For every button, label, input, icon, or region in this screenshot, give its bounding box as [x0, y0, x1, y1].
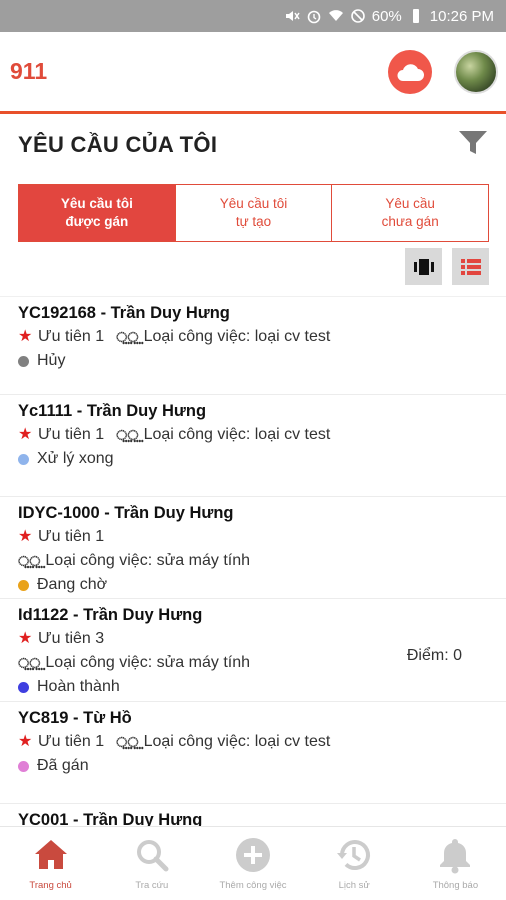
list-item[interactable]: YC192168 - Trần Duy Hưng ★ Ưu tiên 1 ⵿⵿ … — [0, 296, 506, 394]
priority-label: Ưu tiên 1 — [38, 528, 105, 545]
list-item[interactable]: IDYC-1000 - Trần Duy Hưng ★ Ưu tiên 1 ⵿⵿… — [0, 496, 506, 598]
bell-icon — [440, 839, 471, 874]
tab-label: Yêu cầu tôi được gán — [60, 196, 133, 229]
list-view-button[interactable] — [452, 248, 489, 285]
nav-search[interactable]: Tra cứu — [101, 827, 202, 900]
nav-label: Thêm công việc — [219, 880, 287, 891]
app-title: 911 — [10, 58, 48, 84]
app-bar: 911 — [0, 32, 506, 114]
priority-label: Ưu tiên 1 — [38, 426, 105, 443]
request-title: YC192168 - Trần Duy Hưng — [18, 304, 230, 322]
nav-label: Tra cứu — [135, 880, 169, 891]
alarm-icon — [306, 8, 322, 24]
list-item[interactable]: Id1122 - Trần Duy Hưng ★ Ưu tiên 3 ⵿⵿ Lo… — [0, 598, 506, 701]
bottom-nav: Trang chủ Tra cứu Thêm công việc Lịch sử… — [0, 826, 506, 900]
nav-label: Trang chủ — [29, 880, 72, 891]
priority-row: ★ Ưu tiên 1 — [18, 525, 488, 549]
priority-label: Ưu tiên 3 — [38, 630, 105, 647]
list-item[interactable]: YC819 - Từ Hồ ★ Ưu tiên 1 ⵿⵿ Loại công v… — [0, 701, 506, 803]
status-dot-icon — [18, 579, 29, 591]
mute-icon — [284, 8, 300, 24]
priority-label: Ưu tiên 1 — [38, 328, 105, 345]
view-toggles — [405, 248, 489, 285]
priority-star-icon: ★ — [18, 528, 33, 545]
status-label: Hoàn thành — [37, 678, 120, 695]
cloud-sync-button[interactable] — [388, 49, 432, 94]
status-label: Xử lý xong — [37, 450, 114, 467]
status-row: Đã gán — [18, 754, 488, 778]
status-row: Hoàn thành — [18, 675, 488, 699]
wifi-icon — [328, 8, 344, 24]
page-title: YÊU CẦU CỦA TÔI — [18, 132, 218, 157]
category-icon: ⵿⵿ — [116, 734, 138, 750]
page-header: YÊU CẦU CỦA TÔI — [0, 118, 506, 172]
category-icon: ⵿⵿ — [116, 329, 138, 345]
priority-star-icon: ★ — [18, 426, 33, 443]
status-row: Hủy — [18, 349, 488, 373]
meta-row: ★ Ưu tiên 1 ⵿⵿ Loại công việc: loại cv t… — [18, 325, 488, 349]
list-icon — [460, 258, 481, 275]
meta-row: ★ Ưu tiên 1 ⵿⵿ Loại công việc: loại cv t… — [18, 730, 488, 754]
home-icon — [34, 840, 67, 869]
cloud-icon — [397, 63, 424, 81]
priority-star-icon: ★ — [18, 733, 33, 750]
work-type-label: Loại công việc: loại cv test — [143, 426, 331, 443]
work-type-label: Loại công việc: sửa máy tính — [45, 552, 250, 569]
tab-bar: Yêu cầu tôi được gán Yêu cầu tôi tự tạo … — [18, 184, 489, 242]
tab-label: Yêu cầu chưa gán — [381, 196, 439, 229]
status-row: Đang chờ — [18, 573, 488, 597]
status-dot-icon — [18, 681, 29, 693]
battery-icon — [408, 8, 424, 24]
list-item[interactable]: YC001 - Trần Duy Hưng — [0, 803, 506, 826]
priority-star-icon: ★ — [18, 328, 33, 345]
score-label: Điểm: 0 — [406, 647, 462, 664]
carousel-icon — [413, 258, 434, 275]
category-icon: ⵿⵿ — [18, 655, 40, 671]
avatar[interactable] — [454, 49, 498, 94]
nav-label: Thông báo — [432, 880, 479, 891]
category-icon: ⵿⵿ — [116, 427, 138, 443]
filter-icon — [459, 130, 487, 154]
battery-percent: 60% — [371, 7, 402, 25]
work-type-label: Loại công việc: loại cv test — [143, 328, 331, 345]
tab-label: Yêu cầu tôi tự tạo — [219, 196, 288, 229]
list-item[interactable]: Yc1111 - Trần Duy Hưng ★ Ưu tiên 1 ⵿⵿ Lo… — [0, 394, 506, 496]
search-icon — [136, 840, 169, 872]
request-list: YC192168 - Trần Duy Hưng ★ Ưu tiên 1 ⵿⵿ … — [0, 296, 506, 826]
tab-assigned-to-me[interactable]: Yêu cầu tôi được gán — [19, 185, 176, 241]
status-label: Đang chờ — [37, 576, 108, 593]
history-icon — [337, 840, 371, 870]
work-type-row: ⵿⵿ Loại công việc: sửa máy tính — [18, 549, 488, 573]
nav-home[interactable]: Trang chủ — [0, 827, 101, 900]
work-type-label: Loại công việc: sửa máy tính — [45, 654, 250, 671]
status-dot-icon — [18, 355, 29, 367]
filter-button[interactable] — [458, 128, 488, 163]
request-title: Id1122 - Trần Duy Hưng — [18, 606, 203, 624]
request-title: YC819 - Từ Hồ — [18, 709, 132, 727]
request-title: IDYC-1000 - Trần Duy Hưng — [18, 504, 234, 522]
status-label: Đã gán — [37, 757, 89, 774]
card-view-button[interactable] — [405, 248, 442, 285]
status-row: Xử lý xong — [18, 447, 488, 471]
nav-label: Lịch sử — [338, 880, 370, 891]
priority-label: Ưu tiên 1 — [38, 733, 105, 750]
status-bar: 60% 10:26 PM — [0, 0, 506, 32]
meta-row: ★ Ưu tiên 1 ⵿⵿ Loại công việc: loại cv t… — [18, 423, 488, 447]
request-title: Yc1111 - Trần Duy Hưng — [18, 402, 207, 420]
nav-notifications[interactable]: Thông báo — [405, 827, 506, 900]
add-icon — [236, 838, 270, 872]
request-title: YC001 - Trần Duy Hưng — [18, 811, 203, 826]
category-icon: ⵿⵿ — [18, 553, 40, 569]
nav-history[interactable]: Lịch sử — [304, 827, 405, 900]
nav-add-task[interactable]: Thêm công việc — [202, 827, 303, 900]
status-dot-icon — [18, 453, 29, 465]
status-dot-icon — [18, 760, 29, 772]
tab-unassigned[interactable]: Yêu cầu chưa gán — [332, 185, 488, 241]
tab-created-by-me[interactable]: Yêu cầu tôi tự tạo — [176, 185, 333, 241]
status-label: Hủy — [37, 352, 66, 369]
clock: 10:26 PM — [429, 7, 494, 25]
priority-star-icon: ★ — [18, 630, 33, 647]
work-type-label: Loại công việc: loại cv test — [143, 733, 331, 750]
block-icon — [350, 8, 366, 24]
